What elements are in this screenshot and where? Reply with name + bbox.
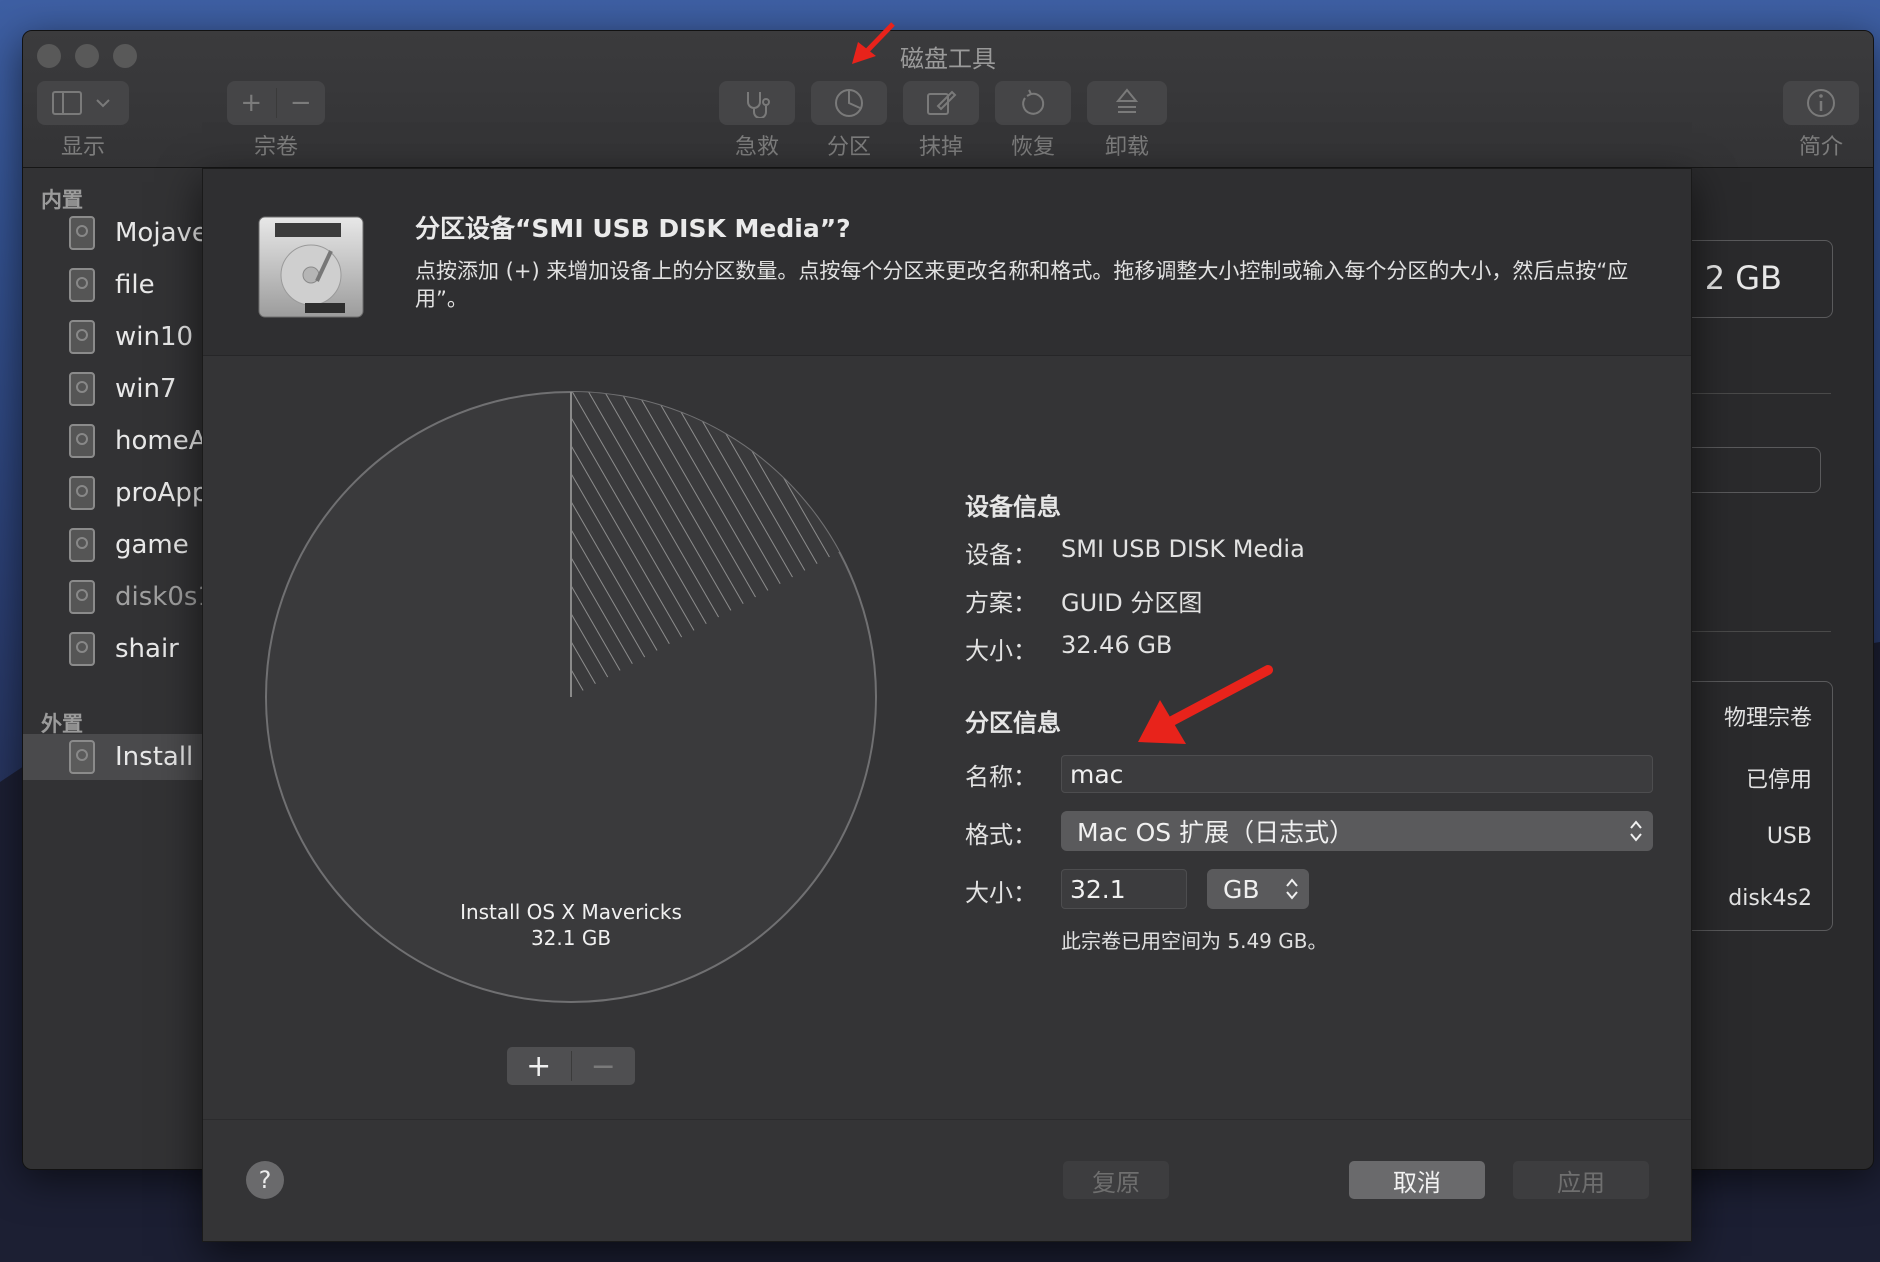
annotation-arrow-title: [852, 22, 895, 64]
annotation-arrow-partition: [1138, 665, 1273, 744]
annotation-layer: [852, 22, 1273, 744]
